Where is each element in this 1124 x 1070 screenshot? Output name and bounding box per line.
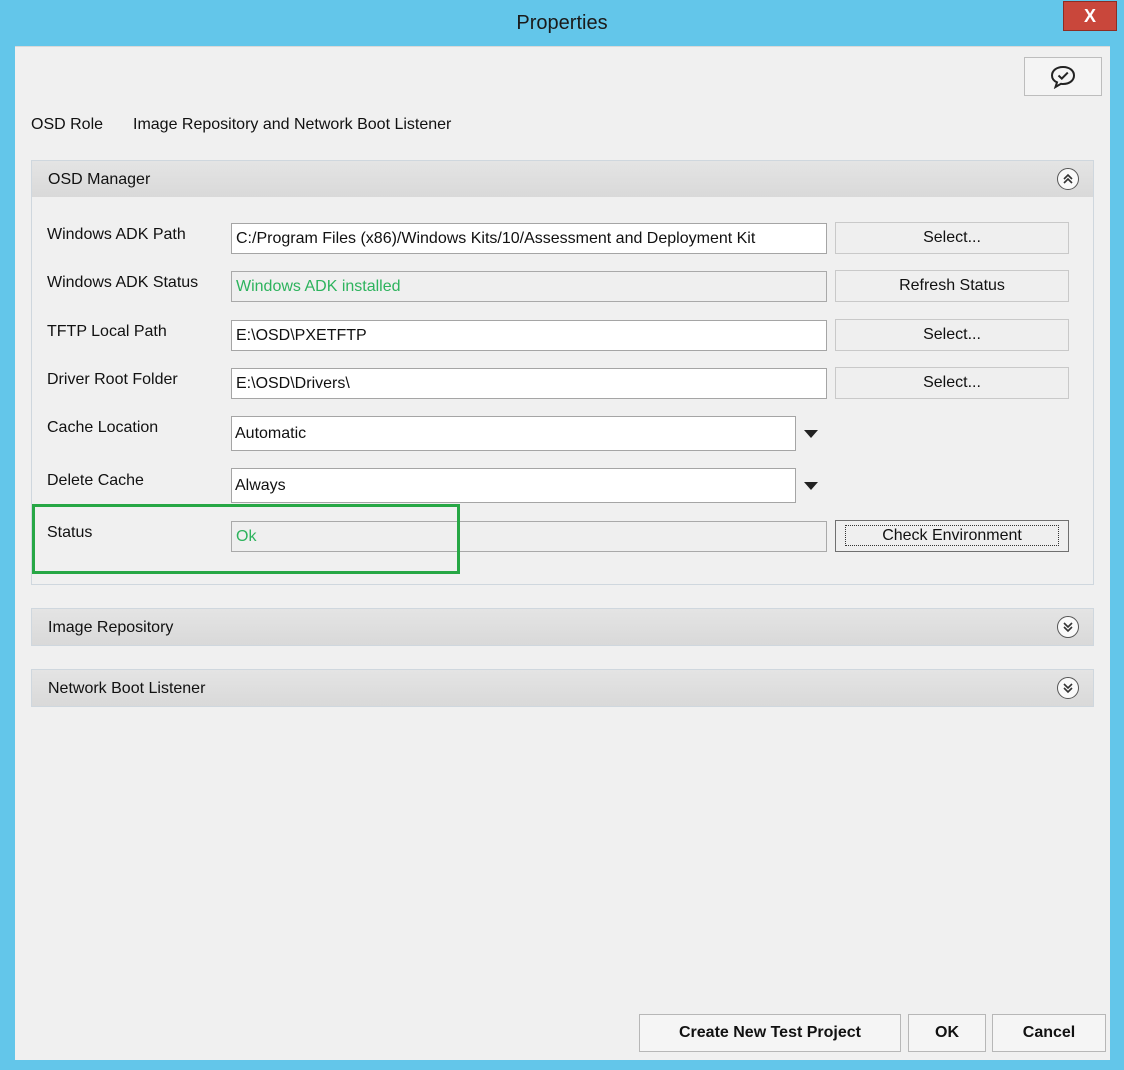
- properties-window: Properties X OSD Role Image Repository a…: [0, 0, 1124, 1070]
- title-bar[interactable]: Properties X: [0, 0, 1124, 46]
- status-highlight-box: [32, 504, 460, 574]
- cache-location-dropdown-button[interactable]: [797, 416, 825, 451]
- network-boot-listener-title: Network Boot Listener: [48, 680, 206, 697]
- adk-path-select-button[interactable]: Select...: [835, 222, 1069, 254]
- adk-status-label: Windows ADK Status: [47, 274, 199, 291]
- chevron-double-up-icon[interactable]: [1057, 168, 1079, 190]
- adk-path-label: Windows ADK Path: [47, 226, 186, 243]
- osd-manager-title: OSD Manager: [48, 171, 151, 188]
- window-title: Properties: [516, 12, 608, 34]
- chevron-down-icon: [804, 429, 818, 438]
- cache-location-select[interactable]: Automatic: [231, 416, 796, 451]
- driver-root-label: Driver Root Folder: [47, 371, 178, 388]
- chat-button[interactable]: [1024, 57, 1102, 96]
- adk-path-input[interactable]: C:/Program Files (x86)/Windows Kits/10/A…: [231, 223, 827, 254]
- tftp-path-select-button[interactable]: Select...: [835, 319, 1069, 351]
- chevron-double-down-icon[interactable]: [1057, 677, 1079, 699]
- network-boot-listener-header[interactable]: Network Boot Listener: [31, 669, 1094, 707]
- driver-root-input[interactable]: E:\OSD\Drivers\: [231, 368, 827, 399]
- chevron-down-icon: [804, 481, 818, 490]
- ok-button[interactable]: OK: [908, 1014, 986, 1052]
- driver-root-select-button[interactable]: Select...: [835, 367, 1069, 399]
- cancel-button[interactable]: Cancel: [992, 1014, 1106, 1052]
- cache-location-label: Cache Location: [47, 419, 159, 436]
- delete-cache-label: Delete Cache: [47, 472, 144, 489]
- window-bottom-border: [15, 1060, 1110, 1070]
- check-environment-button[interactable]: Check Environment: [835, 520, 1069, 552]
- tftp-path-input[interactable]: E:\OSD\PXETFTP: [231, 320, 827, 351]
- refresh-status-button[interactable]: Refresh Status: [835, 270, 1069, 302]
- chevron-double-down-icon[interactable]: [1057, 616, 1079, 638]
- delete-cache-select[interactable]: Always: [231, 468, 796, 503]
- delete-cache-dropdown-button[interactable]: [797, 468, 825, 503]
- image-repository-title: Image Repository: [48, 619, 174, 636]
- check-environment-label: Check Environment: [845, 525, 1059, 546]
- create-new-test-project-button[interactable]: Create New Test Project: [639, 1014, 901, 1052]
- osd-role-value: Image Repository and Network Boot Listen…: [133, 116, 452, 133]
- close-button[interactable]: X: [1063, 1, 1117, 31]
- adk-status-field: Windows ADK installed: [231, 271, 827, 302]
- tftp-path-label: TFTP Local Path: [47, 323, 167, 340]
- image-repository-header[interactable]: Image Repository: [31, 608, 1094, 646]
- osd-manager-header[interactable]: OSD Manager: [31, 160, 1094, 198]
- osd-role-label: OSD Role: [31, 116, 104, 133]
- chat-bubble-check-icon: [1050, 65, 1076, 89]
